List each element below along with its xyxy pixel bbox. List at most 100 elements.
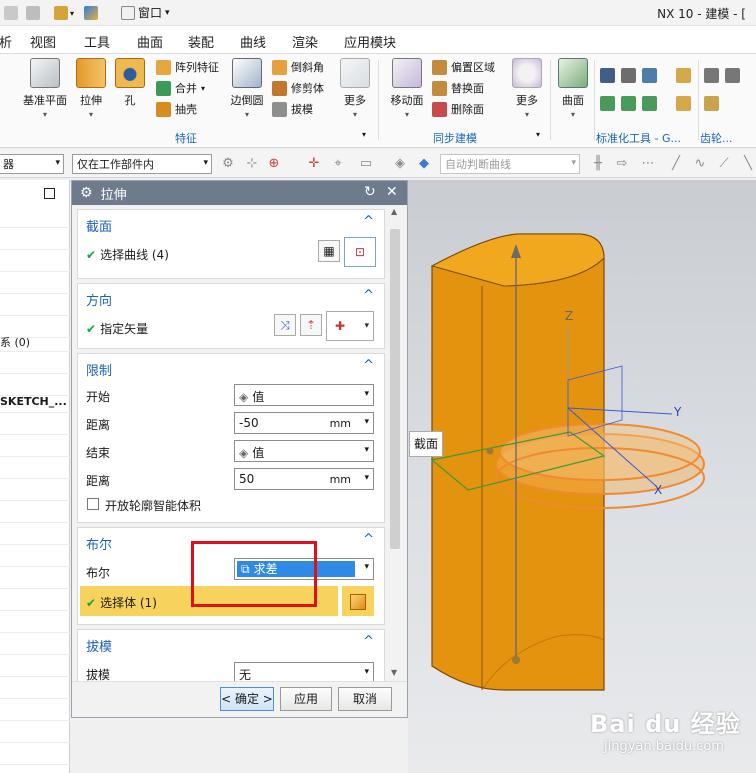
chevron-up-icon[interactable]: ^ xyxy=(363,634,374,649)
offset-region-button[interactable]: 偏置区域 xyxy=(432,58,495,76)
specify-vector-row[interactable]: ✔ 指定矢量 ⤨ ⇡ ✚ ▾ xyxy=(78,311,384,341)
curve-rule-dropdown[interactable]: 自动判断曲线 ▾ xyxy=(440,154,580,174)
scroll-up-icon[interactable]: ▲ xyxy=(391,207,397,216)
list-item[interactable] xyxy=(0,546,70,567)
list-item[interactable] xyxy=(0,251,70,272)
snap-end-icon[interactable]: ╫ xyxy=(590,156,606,172)
end-type-dropdown[interactable]: ◈ 值 ▾ xyxy=(234,440,374,462)
cancel-button[interactable]: 取消 xyxy=(338,687,392,711)
unite-button[interactable]: 合并 ▾ xyxy=(156,79,205,97)
list-item[interactable] xyxy=(0,700,70,721)
handle-point[interactable] xyxy=(512,656,520,664)
list-item[interactable]: 系 (0) xyxy=(0,331,70,352)
menu-view[interactable]: 视图 xyxy=(30,32,56,51)
trim-body-button[interactable]: 修剪体 xyxy=(272,79,324,97)
chevron-up-icon[interactable]: ^ xyxy=(363,288,374,303)
scrollbar-thumb[interactable] xyxy=(390,229,400,549)
menu-surface[interactable]: 曲面 xyxy=(137,32,163,51)
standard-tool-icon[interactable] xyxy=(642,67,657,83)
hole-button[interactable]: 孔 xyxy=(105,58,155,108)
chevron-up-icon[interactable]: ^ xyxy=(363,358,374,373)
menu-analysis[interactable]: 析 xyxy=(0,32,12,51)
reverse-direction-icon[interactable]: ⤨ xyxy=(274,314,296,336)
list-item[interactable] xyxy=(0,229,70,250)
gear-tool-icon[interactable] xyxy=(704,67,719,83)
paste-icon[interactable] xyxy=(26,6,40,20)
chevron-down-icon[interactable]: ▾ xyxy=(536,130,540,139)
surface-button[interactable]: 曲面 ▾ xyxy=(548,58,598,119)
standard-tool-icon[interactable] xyxy=(676,95,691,111)
draft-button[interactable]: 拔模 xyxy=(272,100,313,118)
list-item[interactable] xyxy=(0,458,70,479)
gear-tool-icon[interactable] xyxy=(725,67,740,83)
standard-tool-icon[interactable] xyxy=(621,67,636,83)
repeat-command-icon[interactable] xyxy=(54,6,68,20)
list-item[interactable]: SKETCH_... xyxy=(0,392,70,413)
dialog-scrollbar[interactable]: ▲ ▼ xyxy=(388,207,402,677)
section-header[interactable]: 截面 ^ xyxy=(78,210,384,235)
edge-blend-button[interactable]: 边倒圆 ▾ xyxy=(222,58,272,119)
chevron-up-icon[interactable]: ^ xyxy=(363,214,374,229)
select-icon[interactable]: ⌖ xyxy=(330,156,346,172)
gear-icon[interactable]: ⚙ xyxy=(80,185,93,201)
list-item[interactable] xyxy=(0,295,70,316)
menu-render[interactable]: 渲染 xyxy=(292,32,318,51)
draft-header[interactable]: 拔模 ^ xyxy=(78,630,384,655)
delete-face-button[interactable]: 删除面 xyxy=(432,100,484,118)
menu-assemblies[interactable]: 装配 xyxy=(188,32,214,51)
menu-tools[interactable]: 工具 xyxy=(84,32,110,51)
ok-button[interactable]: < 确定 > xyxy=(220,687,274,711)
list-item[interactable] xyxy=(0,744,70,765)
menu-application[interactable]: 应用模块 xyxy=(344,32,396,51)
select-body-button[interactable] xyxy=(342,586,374,616)
inferred-vector-dropdown[interactable]: ✚ ▾ xyxy=(326,311,374,341)
graphics-window[interactable]: Z Y X xyxy=(408,180,756,773)
draft-dropdown[interactable]: 无 ▾ xyxy=(234,662,374,681)
scroll-down-icon[interactable]: ▼ xyxy=(391,668,397,677)
cursor-icon[interactable]: ✛ xyxy=(306,156,322,172)
chamfer-button[interactable]: 倒斜角 xyxy=(272,58,324,76)
list-item[interactable] xyxy=(0,273,70,294)
curve-section-icon[interactable]: ⊡ xyxy=(344,237,376,267)
snap-arrow-icon[interactable]: ⇨ xyxy=(614,156,630,172)
reset-icon[interactable]: ↻ xyxy=(364,184,376,200)
list-item[interactable] xyxy=(0,207,70,228)
maximize-icon[interactable] xyxy=(44,188,55,199)
list-item[interactable] xyxy=(0,568,70,589)
standard-tool-icon[interactable] xyxy=(600,95,615,111)
list-item[interactable] xyxy=(0,502,70,523)
handle-point[interactable] xyxy=(486,447,494,455)
standard-tool-icon[interactable] xyxy=(600,67,615,83)
snap-icon[interactable]: ⊹ xyxy=(244,156,260,172)
open-profile-checkbox[interactable] xyxy=(87,498,99,510)
snap-curve-icon[interactable]: ∿ xyxy=(692,156,708,172)
sync-more-button[interactable]: 更多 ▾ xyxy=(502,58,552,119)
rectangle-select-icon[interactable]: ▭ xyxy=(358,156,374,172)
snap-more-icon[interactable]: ╲ xyxy=(740,156,756,172)
start-type-dropdown[interactable]: ◈ 值 ▾ xyxy=(234,384,374,406)
touch-mode-icon[interactable] xyxy=(84,6,99,20)
start-distance-input[interactable]: -50 mm ▾ xyxy=(234,412,374,434)
face-filter-icon[interactable]: ◆ xyxy=(416,156,432,172)
filter-icon[interactable]: ⚙ xyxy=(220,156,236,172)
vector-dialog-icon[interactable]: ⇡ xyxy=(300,314,322,336)
end-distance-input[interactable]: 50 mm ▾ xyxy=(234,468,374,490)
list-item[interactable] xyxy=(0,436,70,457)
body-filter-icon[interactable]: ◈ xyxy=(392,156,408,172)
list-item[interactable] xyxy=(0,678,70,699)
standard-tool-icon[interactable] xyxy=(621,95,636,111)
list-item[interactable] xyxy=(0,414,70,435)
select-curve-row[interactable]: ✔ 选择曲线 (4) ▦ ⊡ xyxy=(78,237,384,267)
list-item[interactable] xyxy=(0,590,70,611)
list-item[interactable] xyxy=(0,480,70,501)
chevron-up-icon[interactable]: ^ xyxy=(363,532,374,547)
direction-header[interactable]: 方向 ^ xyxy=(78,284,384,309)
list-item[interactable] xyxy=(0,656,70,677)
chevron-down-icon[interactable]: ▾ xyxy=(362,130,366,139)
snap-line-icon[interactable]: ╱ xyxy=(668,156,684,172)
pattern-feature-button[interactable]: 阵列特征 xyxy=(156,58,219,76)
type-filter-dropdown[interactable]: 器 ▾ xyxy=(0,154,64,174)
list-item[interactable] xyxy=(0,612,70,633)
sketch-section-icon[interactable]: ▦ xyxy=(318,240,340,262)
window-menu[interactable]: 窗口 ▾ xyxy=(118,3,173,22)
